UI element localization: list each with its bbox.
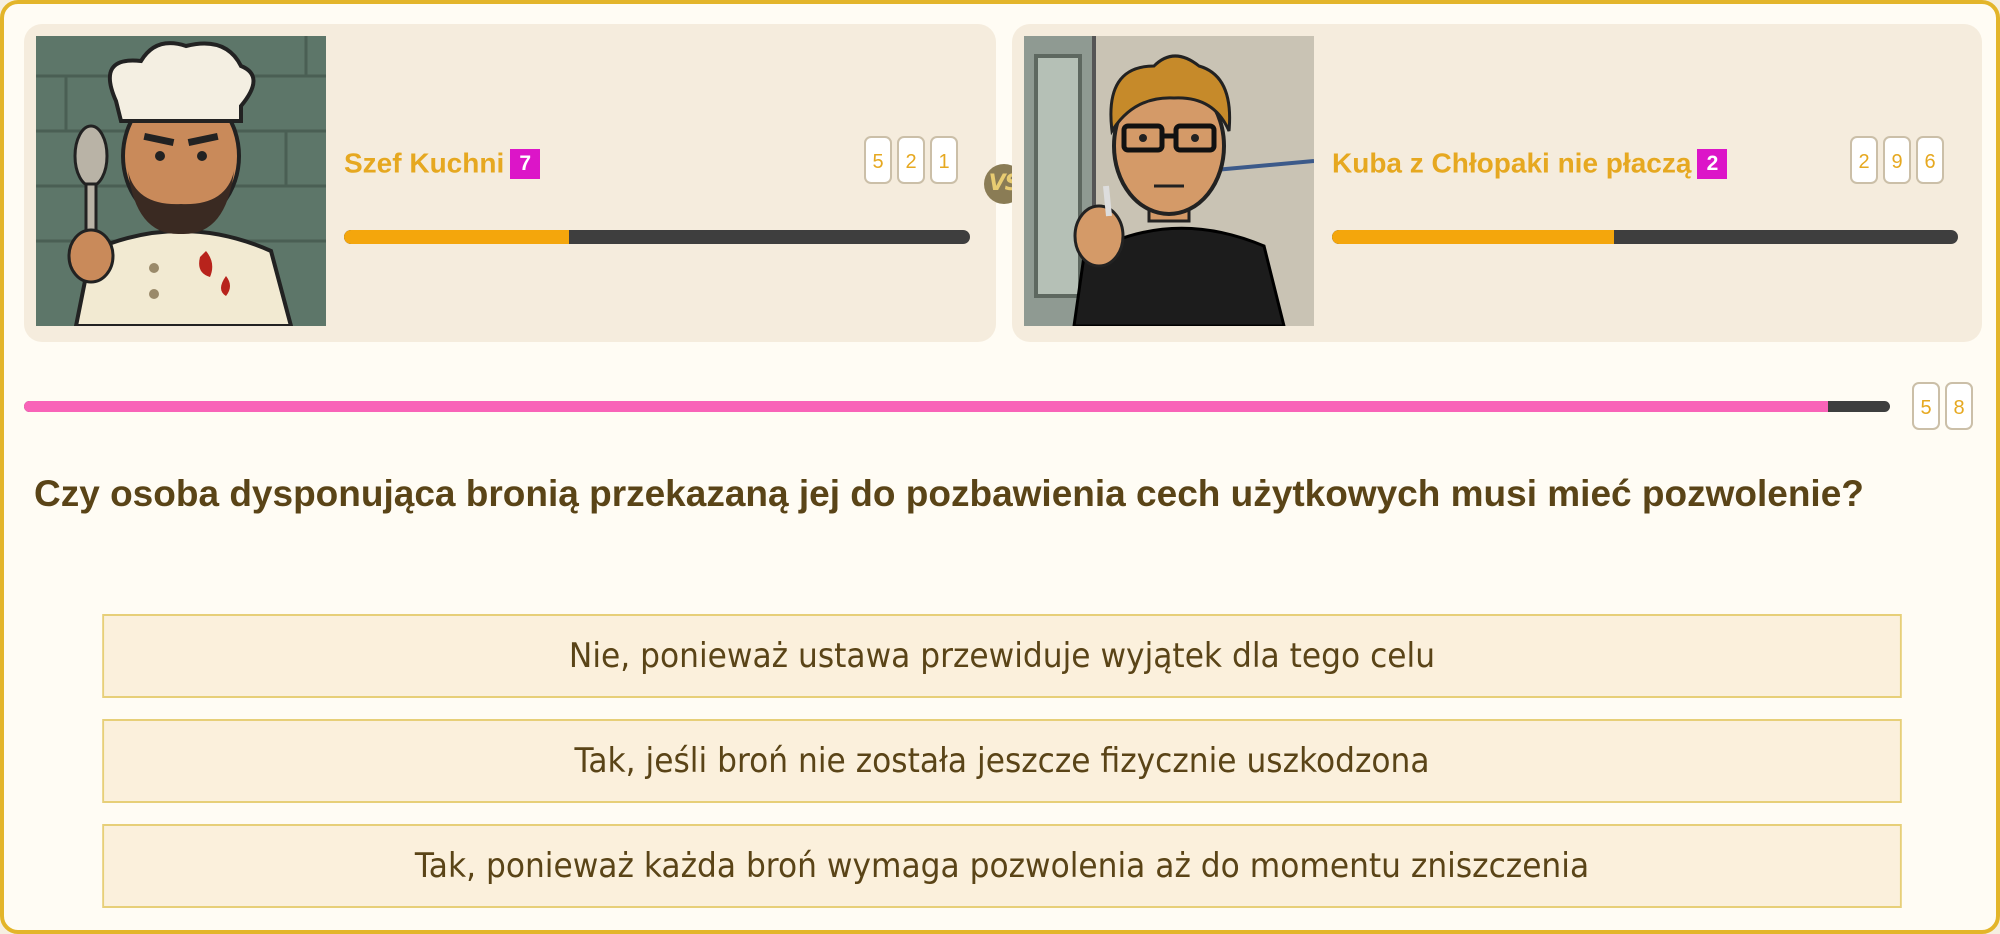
timer-digits: 5 8 xyxy=(1912,382,1973,430)
score-digit: 1 xyxy=(930,136,958,184)
answer-option-3[interactable]: Tak, ponieważ każda broń wymaga pozwolen… xyxy=(102,824,1902,908)
score-digit: 2 xyxy=(897,136,925,184)
hp-fill-right xyxy=(1332,230,1614,244)
answer-label: Nie, ponieważ ustawa przewiduje wyjątek … xyxy=(568,636,1436,676)
level-badge: 7 xyxy=(510,148,541,179)
answer-label: Tak, jeśli broń nie została jeszcze fizy… xyxy=(574,741,1430,781)
hp-bar-right xyxy=(1332,230,1958,244)
timer-digit: 8 xyxy=(1945,382,1973,430)
player-name-text: Kuba z Chłopaki nie płaczą xyxy=(1332,147,1692,179)
player-card-right: Kuba z Chłopaki nie płaczą 2 2 9 6 xyxy=(1012,24,1982,342)
player-name-left: Szef Kuchni 7 xyxy=(344,146,541,180)
answer-option-1[interactable]: Nie, ponieważ ustawa przewiduje wyjątek … xyxy=(102,614,1902,698)
score-digit: 9 xyxy=(1883,136,1911,184)
answer-label: Tak, ponieważ każda broń wymaga pozwolen… xyxy=(414,846,1590,886)
game-frame: Szef Kuchni 7 5 2 1 VS Kuba z Chłopaki n… xyxy=(0,0,2000,934)
man-avatar-image xyxy=(1024,36,1314,326)
score-digit: 5 xyxy=(864,136,892,184)
timer-bar xyxy=(24,401,1890,412)
player-name-text: Szef Kuchni xyxy=(344,147,505,179)
answer-option-2[interactable]: Tak, jeśli broń nie została jeszcze fizy… xyxy=(102,719,1902,803)
question-text: Czy osoba dysponująca bronią przekazaną … xyxy=(34,473,1864,514)
player-name-right: Kuba z Chłopaki nie płaczą 2 xyxy=(1332,146,1728,180)
timer-fill xyxy=(24,401,1829,412)
chef-avatar-image xyxy=(36,36,326,326)
player-card-left: Szef Kuchni 7 5 2 1 xyxy=(24,24,996,342)
level-badge: 2 xyxy=(1697,148,1728,179)
hp-bar-left xyxy=(344,230,970,244)
score-digits-left: 5 2 1 xyxy=(864,136,958,184)
score-digit: 2 xyxy=(1850,136,1878,184)
hp-fill-left xyxy=(344,230,570,244)
score-digits-right: 2 9 6 xyxy=(1850,136,1944,184)
timer-digit: 5 xyxy=(1912,382,1940,430)
score-digit: 6 xyxy=(1916,136,1944,184)
